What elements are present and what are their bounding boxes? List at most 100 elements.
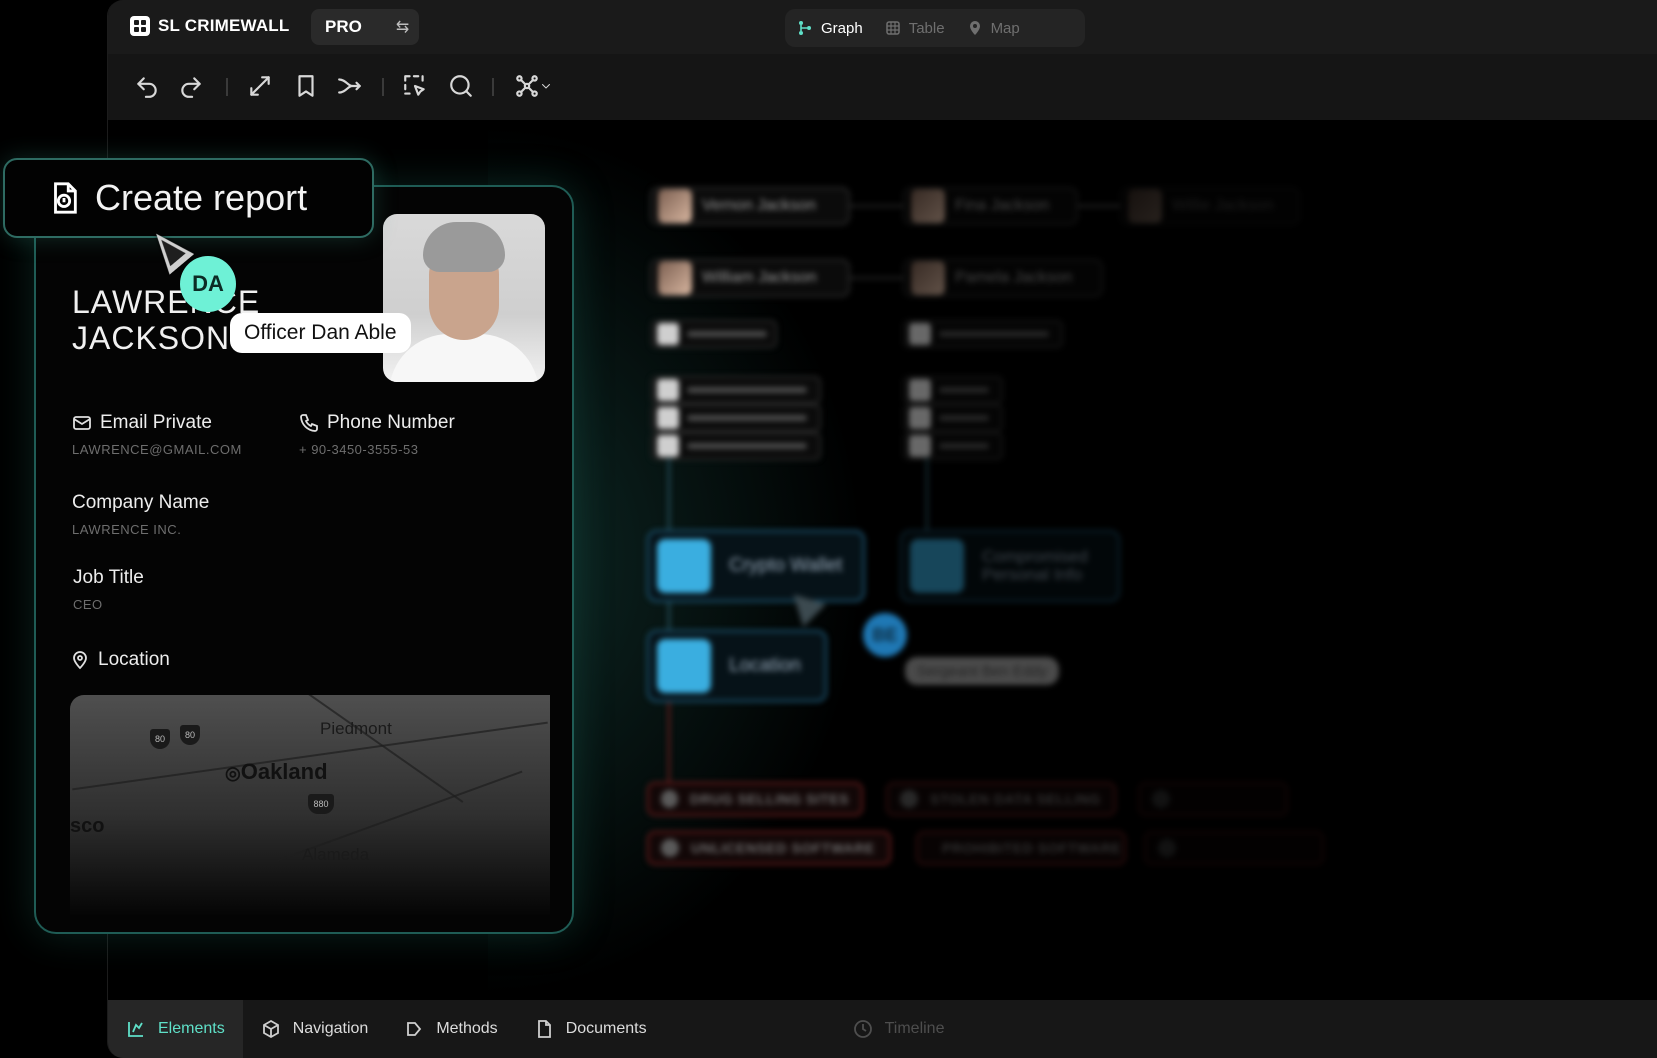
graph-tag[interactable]: DRUG SELLING SITES <box>647 782 863 816</box>
tag-icon <box>900 790 918 808</box>
tab-table-label: Table <box>908 19 945 37</box>
job-title-value: CEO <box>73 597 103 612</box>
bottom-bar: Elements Navigation Methods Documents Ti… <box>108 1000 1657 1058</box>
tab-map-label: Map <box>990 19 1020 37</box>
undo-button[interactable] <box>132 71 162 101</box>
tab-elements-label: Elements <box>158 1020 225 1037</box>
company-value: LAWRENCE INC. <box>72 522 182 537</box>
highway-shield: 80 <box>150 729 170 749</box>
map-city-name: Oakland <box>240 759 328 784</box>
graph-node-contact[interactable] <box>903 376 1003 404</box>
graph-tag[interactable] <box>1144 831 1324 865</box>
graph-node-label: Location <box>729 655 801 676</box>
graph-tag[interactable]: UNLICENSED SOFTWARE <box>647 831 891 865</box>
graph-node-person[interactable]: Willie Jackson <box>1120 187 1300 225</box>
graph-node-contact[interactable] <box>651 404 821 432</box>
create-report-label: Create report <box>95 177 308 218</box>
graph-edge <box>668 602 670 630</box>
redo-button[interactable] <box>176 71 206 101</box>
graph-tag[interactable]: PROHIBITED SOFTWARE <box>916 831 1126 865</box>
tab-table[interactable]: Table <box>885 20 945 37</box>
graph-tag[interactable]: STOLEN DATA SELLING <box>886 782 1116 816</box>
expand-icon <box>250 76 270 96</box>
graph-node-person[interactable]: Vernon Jackson <box>650 187 850 225</box>
network-icon <box>516 75 538 97</box>
expand-button[interactable] <box>245 71 275 101</box>
tag-icon <box>1158 839 1176 857</box>
phone-icon <box>909 379 931 401</box>
graph-node-contact[interactable] <box>651 376 821 404</box>
merge-button[interactable] <box>335 71 365 101</box>
highway-shield: 880 <box>308 794 334 814</box>
avatar <box>1128 189 1162 223</box>
graph-node-contact[interactable] <box>651 320 777 348</box>
avatar <box>658 189 692 223</box>
tab-methods[interactable]: Methods <box>386 1000 515 1058</box>
person-photo <box>383 214 545 382</box>
tab-documents-label: Documents <box>565 1020 647 1037</box>
graph-node-label: Crypto Wallet <box>729 555 843 576</box>
tab-map[interactable]: Map <box>967 20 1020 37</box>
contact-line <box>687 331 767 337</box>
elements-icon <box>128 1022 143 1037</box>
contact-line <box>939 415 989 421</box>
map-city-label: ◎Oakland <box>225 759 328 785</box>
graph-node-crypto-wallet[interactable]: Crypto Wallet <box>647 530 865 602</box>
tab-navigation-label: Navigation <box>292 1020 369 1037</box>
photo-shirt <box>389 334 539 382</box>
plan-switcher[interactable]: PRO ⇆ <box>311 9 419 45</box>
location-map[interactable]: 80 80 880 Piedmont ◎Oakland Alameda sco <box>70 695 550 915</box>
tab-documents[interactable]: Documents <box>516 1000 665 1058</box>
tab-graph-label: Graph <box>821 19 863 37</box>
tab-navigation[interactable]: Navigation <box>243 1000 387 1058</box>
photo-hair <box>423 222 505 272</box>
search-button[interactable] <box>446 71 476 101</box>
graph-node-person[interactable]: Fina Jackson <box>903 187 1078 225</box>
select-button[interactable] <box>400 71 430 101</box>
create-report-button[interactable]: Create report <box>3 158 374 238</box>
avatar <box>911 261 945 295</box>
company-field: Company Name LAWRENCE INC. <box>72 492 209 537</box>
layout-dropdown[interactable] <box>511 71 555 101</box>
collaborator-name: Sergeant Ben Eddy <box>905 657 1060 685</box>
brand-logo: SL CRIMEWALL <box>130 16 289 36</box>
toolbar-divider <box>226 78 228 96</box>
bookmark-button[interactable] <box>291 71 321 101</box>
graph-node-label: Pamela Jackson <box>955 269 1073 286</box>
graph-node-label: William Jackson <box>702 269 817 286</box>
contact-line <box>939 443 989 449</box>
tab-graph[interactable]: Graph <box>797 20 863 37</box>
location-pin-icon <box>73 651 87 670</box>
graph-node-label: Willie Jackson <box>1172 197 1274 214</box>
graph-node-contact[interactable] <box>903 320 1063 348</box>
cube-icon <box>262 1019 279 1039</box>
graph-node-person[interactable]: Pamela Jackson <box>903 259 1103 297</box>
graph-node-person[interactable]: William Jackson <box>650 259 850 297</box>
email-value: LAWRENCE@GMAIL.COM <box>72 442 242 457</box>
graph-icon <box>799 21 811 35</box>
graph-toolbar <box>108 54 1657 120</box>
person-profile-card: LAWRENCE JACKSON Email Private LAWRENCE@… <box>34 185 574 934</box>
graph-node-contact[interactable] <box>903 404 1003 432</box>
map-place-label: Piedmont <box>320 719 392 738</box>
tab-elements[interactable]: Elements <box>108 1000 243 1058</box>
graph-edge <box>926 458 928 530</box>
bookmark-icon <box>298 75 314 97</box>
contact-line <box>939 387 989 393</box>
graph-node-label: Vernon Jackson <box>702 197 816 214</box>
select-icon <box>404 75 425 96</box>
tag-icon <box>661 790 678 808</box>
graph-edge <box>850 205 903 207</box>
graph-tag[interactable] <box>1138 782 1288 816</box>
graph-edge <box>850 277 903 279</box>
graph-node-location[interactable]: Location <box>647 630 827 702</box>
graph-node-compromised-info[interactable]: Compromised Personal Info <box>900 530 1120 602</box>
map-place-label: Alameda <box>302 845 370 864</box>
email-icon <box>657 407 679 429</box>
tab-timeline-label: Timeline <box>884 1020 945 1037</box>
graph-node-contact[interactable] <box>903 432 1003 460</box>
tab-timeline[interactable]: Timeline <box>835 1000 963 1058</box>
tab-methods-label: Methods <box>436 1020 498 1037</box>
contact-line <box>687 387 807 393</box>
graph-node-contact[interactable] <box>651 432 821 460</box>
